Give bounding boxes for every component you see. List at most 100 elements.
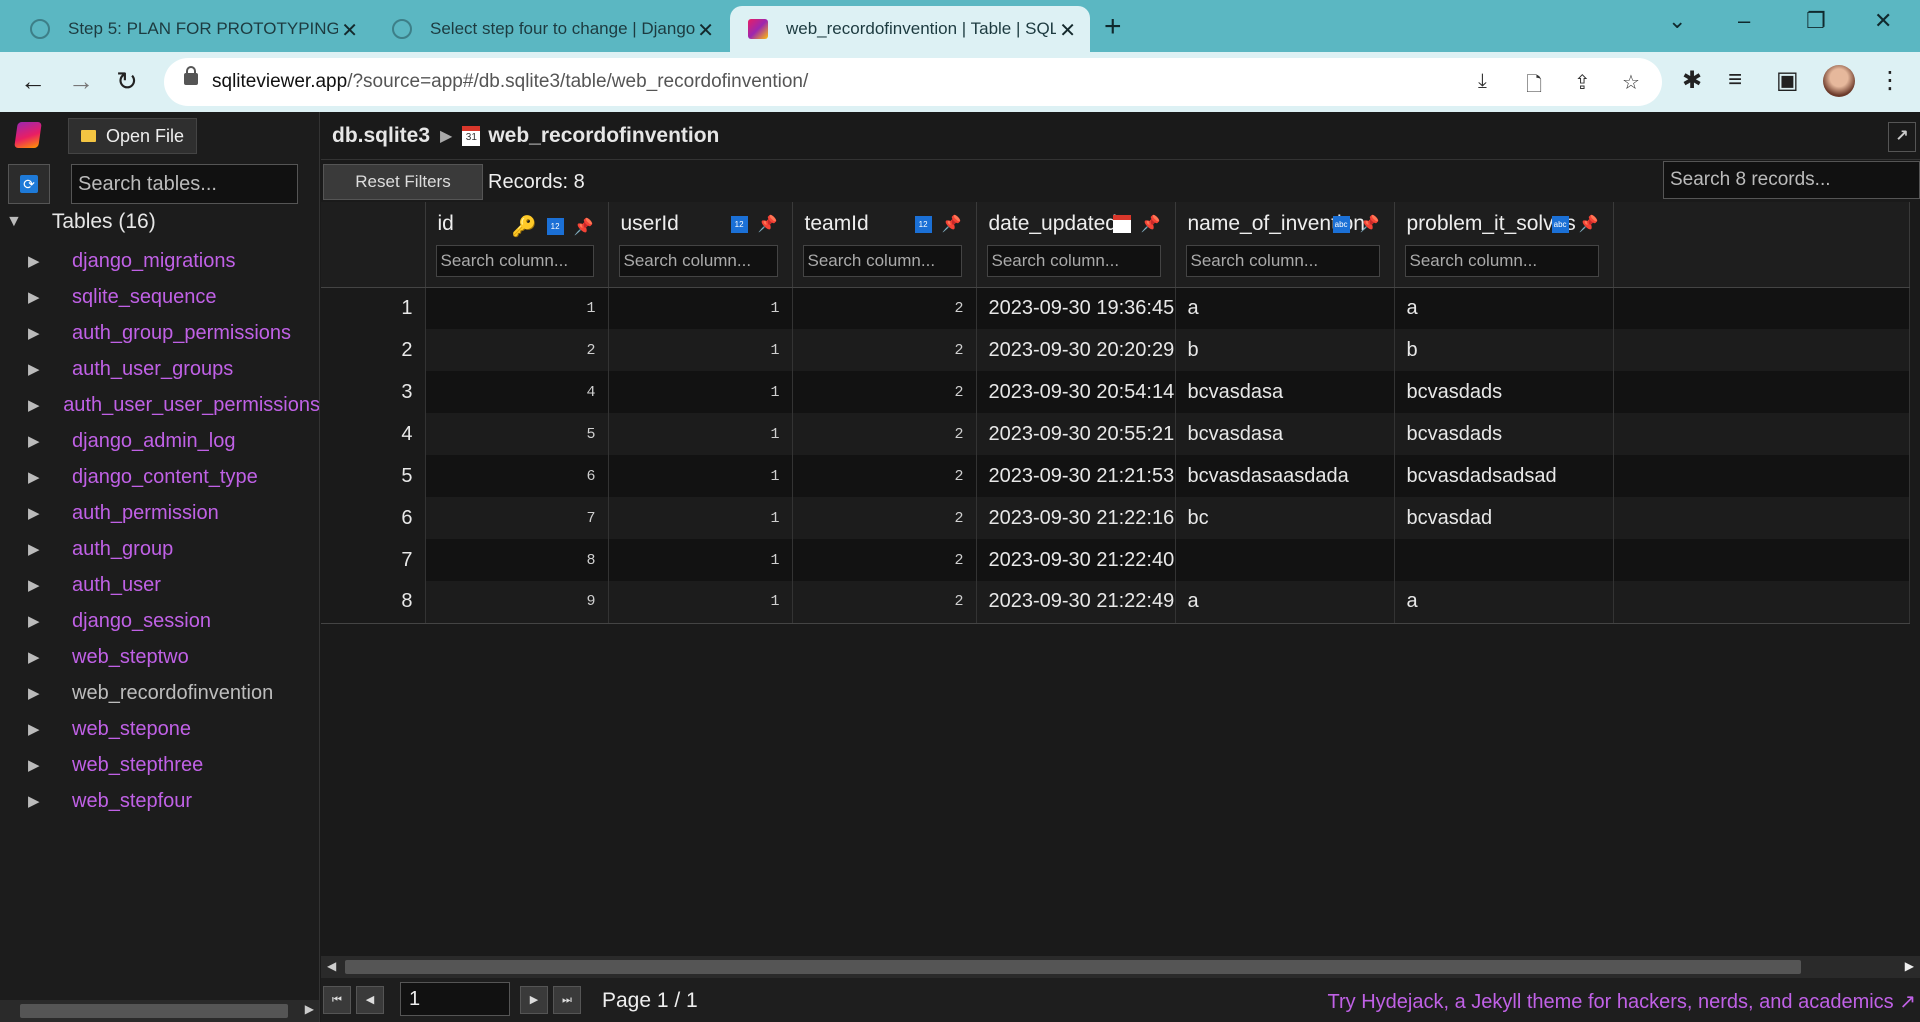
sidebar-table-item[interactable]: ▶ sqlite_sequence <box>0 279 319 315</box>
address-bar[interactable]: sqliteviewer.app/?source=app#/db.sqlite3… <box>164 58 1662 106</box>
cell-userid[interactable]: 1 <box>608 539 793 581</box>
media-queue-icon[interactable]: ≡ <box>1728 66 1742 94</box>
pin-icon[interactable]: 📌 <box>1360 214 1380 234</box>
column-search-input[interactable] <box>618 245 778 277</box>
sidebar-table-item[interactable]: ▶ auth_user <box>0 567 319 603</box>
pin-icon[interactable]: 📌 <box>942 214 962 234</box>
caret-right-icon[interactable]: ▶ <box>0 792 72 810</box>
table-row[interactable]: 56122023-09-30 21:21:53.6...bcvasdasaasd… <box>321 455 1910 497</box>
cell-id[interactable]: 7 <box>425 497 609 539</box>
cell-userid[interactable]: 1 <box>608 497 793 539</box>
sidebar-table-item[interactable]: ▶ django_migrations <box>0 243 319 279</box>
last-page-icon[interactable]: ⏭ <box>553 986 581 1014</box>
sidebar-table-item[interactable]: ▶ web_stepfour <box>0 783 319 819</box>
cell-name-of-invention[interactable]: bcvasdasa <box>1175 413 1395 455</box>
cell-problem-it-solves[interactable]: bcvasdadsadsad <box>1394 455 1614 497</box>
caret-right-icon[interactable]: ▶ <box>0 468 72 486</box>
scroll-right-icon[interactable]: ▶ <box>305 1002 314 1016</box>
sidebar-table-item[interactable]: ▶ web_steptwo <box>0 639 319 675</box>
column-header-teamid[interactable]: teamId 12 📌 <box>792 202 977 288</box>
close-icon[interactable]: ✕ <box>341 18 358 43</box>
cell-problem-it-solves[interactable]: a <box>1394 581 1614 624</box>
column-header-id[interactable]: id 🔑 12 📌 <box>425 202 609 288</box>
sidebar-table-item[interactable]: ▶ auth_permission <box>0 495 319 531</box>
first-page-icon[interactable]: ⏮ <box>323 986 351 1014</box>
caret-right-icon[interactable]: ▶ <box>0 684 72 702</box>
next-page-icon[interactable]: ▶ <box>520 986 548 1014</box>
close-icon[interactable]: ✕ <box>697 18 714 43</box>
minimize-icon[interactable]: – <box>1738 8 1750 34</box>
sidebar-table-item[interactable]: ▶ web_stepone <box>0 711 319 747</box>
tables-tree-header[interactable]: ▼ Tables (16) <box>6 210 156 234</box>
cell-id[interactable]: 4 <box>425 371 609 413</box>
table-row[interactable]: 89122023-09-30 21:22:49.1...aa <box>321 581 1910 624</box>
cell-userid[interactable]: 1 <box>608 371 793 413</box>
column-search-input[interactable] <box>986 245 1161 277</box>
cell-userid[interactable]: 1 <box>608 581 793 624</box>
cell-problem-it-solves[interactable]: a <box>1394 287 1614 329</box>
close-icon[interactable]: ✕ <box>1059 18 1076 43</box>
page-number-input[interactable] <box>400 982 510 1016</box>
cell-date-updated[interactable]: 2023-09-30 21:22:16.1... <box>976 497 1176 539</box>
cell-date-updated[interactable]: 2023-09-30 20:54:14.7... <box>976 371 1176 413</box>
cell-name-of-invention[interactable]: b <box>1175 329 1395 371</box>
sidebar-table-item[interactable]: ▶ django_session <box>0 603 319 639</box>
cell-userid[interactable]: 1 <box>608 329 793 371</box>
column-search-input[interactable] <box>1404 245 1599 277</box>
tab-plan-prototyping[interactable]: Step 5: PLAN FOR PROTOTYPING ✕ <box>12 6 372 52</box>
sidebar-table-item[interactable]: ▶ web_recordofinvention <box>0 675 319 711</box>
pin-icon[interactable]: 📌 <box>1141 214 1161 234</box>
caret-down-icon[interactable]: ▼ <box>6 213 22 231</box>
refresh-button[interactable]: ⟳ <box>8 164 50 204</box>
cell-teamid[interactable]: 2 <box>792 413 977 455</box>
scrollbar-thumb[interactable] <box>345 960 1801 974</box>
reload-icon[interactable]: ↻ <box>116 66 138 97</box>
grid-horizontal-scrollbar[interactable]: ◀ ▶ <box>321 956 1920 978</box>
cell-id[interactable]: 6 <box>425 455 609 497</box>
cell-name-of-invention[interactable] <box>1175 539 1395 581</box>
table-row[interactable]: 11122023-09-30 19:36:45.4...aa <box>321 287 1910 329</box>
cell-name-of-invention[interactable]: bc <box>1175 497 1395 539</box>
cell-problem-it-solves[interactable]: bcvasdads <box>1394 413 1614 455</box>
records-search-input[interactable] <box>1663 161 1920 199</box>
cell-userid[interactable]: 1 <box>608 287 793 329</box>
column-search-input[interactable] <box>435 245 594 277</box>
cell-problem-it-solves[interactable] <box>1394 539 1614 581</box>
column-header-date-updated[interactable]: date_updated 📌 <box>976 202 1176 288</box>
table-row[interactable]: 45122023-09-30 20:55:21.8...bcvasdasabcv… <box>321 413 1910 455</box>
cell-id[interactable]: 1 <box>425 287 609 329</box>
pin-icon[interactable]: 📌 <box>574 217 594 237</box>
caret-right-icon[interactable]: ▶ <box>0 288 72 306</box>
pin-icon[interactable]: 📌 <box>1579 214 1599 234</box>
prev-page-icon[interactable]: ◀ <box>356 986 384 1014</box>
page-icon[interactable]: 🗋 <box>1526 70 1542 104</box>
cell-teamid[interactable]: 2 <box>792 329 977 371</box>
cell-problem-it-solves[interactable]: bcvasdad <box>1394 497 1614 539</box>
back-icon[interactable]: ← <box>20 66 46 97</box>
pin-icon[interactable]: 📌 <box>758 214 778 234</box>
cell-name-of-invention[interactable]: bcvasdasaasdada <box>1175 455 1395 497</box>
scroll-right-icon[interactable]: ▶ <box>1905 959 1914 973</box>
column-search-input[interactable] <box>1185 245 1380 277</box>
table-search-input[interactable] <box>71 164 298 204</box>
scrollbar-thumb[interactable] <box>20 1004 288 1018</box>
caret-right-icon[interactable]: ▶ <box>0 720 72 738</box>
restore-icon[interactable]: ❐ <box>1806 8 1826 34</box>
cell-name-of-invention[interactable]: a <box>1175 581 1395 624</box>
reset-filters-button[interactable]: Reset Filters <box>323 164 483 200</box>
sidebar-table-item[interactable]: ▶ auth_group <box>0 531 319 567</box>
cell-problem-it-solves[interactable]: b <box>1394 329 1614 371</box>
sidebar-table-item[interactable]: ▶ web_stepthree <box>0 747 319 783</box>
caret-right-icon[interactable]: ▶ <box>0 324 72 342</box>
table-row[interactable]: 22122023-09-30 20:20:29.9...bb <box>321 329 1910 371</box>
cell-userid[interactable]: 1 <box>608 455 793 497</box>
column-header-problem-it-solves[interactable]: problem_it_solves abc 📌 <box>1394 202 1614 288</box>
new-tab-icon[interactable]: + <box>1104 10 1122 44</box>
caret-right-icon[interactable]: ▶ <box>0 576 72 594</box>
cell-teamid[interactable]: 2 <box>792 581 977 624</box>
caret-right-icon[interactable]: ▶ <box>0 360 72 378</box>
cell-problem-it-solves[interactable]: bcvasdads <box>1394 371 1614 413</box>
extensions-puzzle-icon[interactable]: ✱ <box>1682 66 1702 95</box>
cell-date-updated[interactable]: 2023-09-30 21:22:40.1... <box>976 539 1176 581</box>
promo-link[interactable]: Try Hydejack, a Jekyll theme for hackers… <box>1328 989 1916 1014</box>
